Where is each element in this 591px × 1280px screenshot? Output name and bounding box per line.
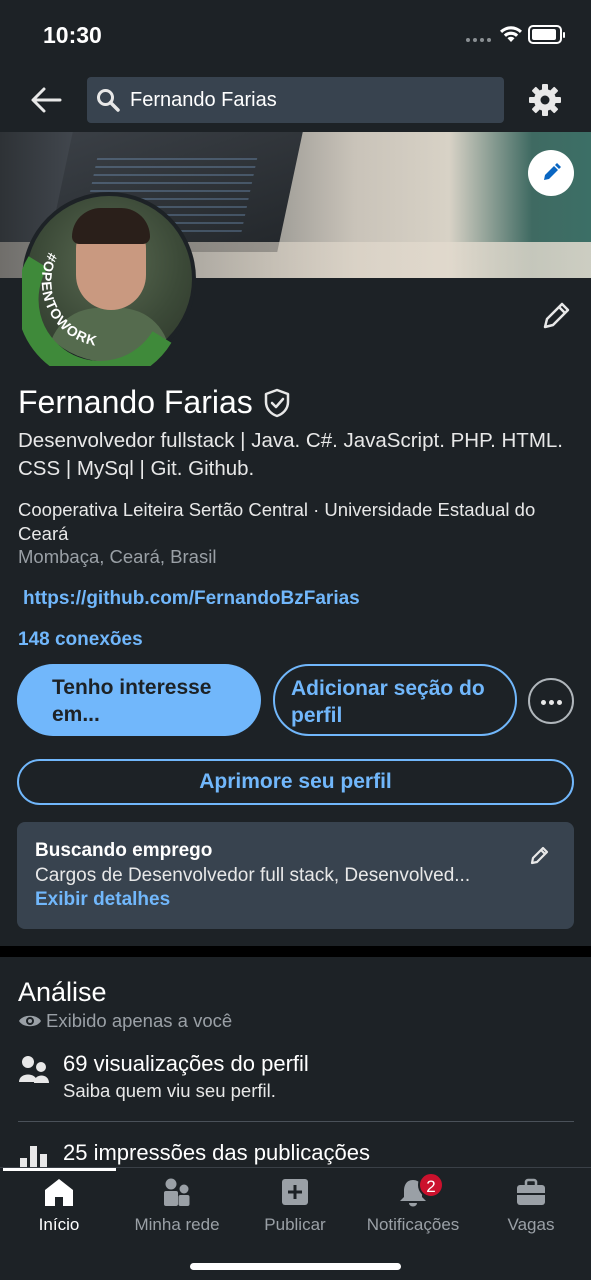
open-to-work-description: Cargos de Desenvolvedor full stack, Dese… [35, 865, 471, 886]
name-row: Fernando Farias [18, 384, 291, 421]
show-details-link[interactable]: Exibir detalhes [35, 889, 170, 911]
pencil-icon [544, 163, 561, 180]
status-time: 10:30 [43, 22, 102, 48]
home-icon [45, 1179, 73, 1206]
search-input[interactable]: Fernando Farias [87, 77, 504, 123]
profile-card: #OPENTOWORK Fernando Farias Desenvolvedo… [0, 132, 591, 946]
analytics-card: Análise Exibido apenas a você 69 visuali… [0, 957, 591, 1167]
nav-label: Vagas [507, 1215, 555, 1234]
open-to-button[interactable]: Tenho interesse em... [17, 664, 261, 736]
open-to-work-title: Buscando emprego [35, 840, 213, 861]
divider [18, 1121, 574, 1122]
bottom-navigation: Início Minha rede Publicar 2 Notificaçõe… [0, 1167, 591, 1280]
bar-chart-icon [20, 1146, 47, 1167]
post-impressions-stat[interactable]: 25 impressões das publicações [18, 1140, 574, 1167]
nav-item-my-network[interactable]: Minha rede [118, 1174, 236, 1238]
stat-title: 69 visualizações do perfil [63, 1051, 309, 1076]
active-tab-indicator [3, 1168, 116, 1171]
analytics-visibility: Exibido apenas a você [18, 1010, 232, 1032]
nav-label: Minha rede [134, 1215, 220, 1234]
eye-icon [19, 1015, 41, 1027]
more-options-button[interactable] [528, 678, 574, 724]
edit-profile-pencil-icon[interactable] [540, 298, 574, 332]
enhance-profile-button[interactable]: Aprimore seu perfil [17, 759, 574, 805]
back-arrow-icon[interactable] [26, 82, 66, 118]
profile-company: Cooperativa Leiteira Sertão Central · Un… [18, 499, 536, 544]
analytics-subtitle: Exibido apenas a você [46, 1010, 233, 1031]
wifi-icon [500, 26, 522, 42]
profile-name: Fernando Farias [18, 384, 253, 420]
analytics-title: Análise [18, 977, 107, 1007]
add-profile-section-button[interactable]: Adicionar seção do perfil [273, 664, 517, 736]
home-indicator [190, 1263, 401, 1270]
nav-item-post[interactable]: Publicar [236, 1174, 354, 1238]
open-to-work-frame: #OPENTOWORK [22, 251, 172, 366]
edit-cover-button[interactable] [528, 150, 574, 196]
connections-link[interactable]: 148 conexões [18, 629, 143, 651]
post-icon [282, 1179, 308, 1205]
nav-item-jobs[interactable]: Vagas [472, 1174, 590, 1238]
nav-label: Publicar [264, 1215, 326, 1234]
gear-icon[interactable] [527, 82, 563, 118]
verified-shield-icon[interactable] [263, 388, 291, 418]
nav-label: Início [38, 1215, 80, 1234]
nav-label: Notificações [366, 1215, 460, 1234]
open-to-work-card[interactable]: Buscando emprego Cargos de Desenvolvedor… [17, 822, 574, 929]
stat-title: 25 impressões das publicações [63, 1140, 370, 1165]
profile-website-link[interactable]: https://github.com/FernandoBzFarias [23, 588, 360, 610]
status-bar: 10:30 [0, 0, 591, 70]
briefcase-icon [517, 1178, 545, 1205]
profile-location: Mombaça, Ceará, Brasil [18, 546, 217, 567]
top-app-bar: Fernando Farias [0, 70, 591, 132]
battery-icon [528, 25, 565, 44]
nav-item-home[interactable]: Início [0, 1174, 118, 1238]
people-icon [19, 1056, 49, 1083]
search-icon [97, 89, 120, 112]
nav-item-notifications[interactable]: 2 Notificações [354, 1172, 472, 1238]
notification-badge: 2 [418, 1172, 444, 1198]
avatar[interactable]: #OPENTOWORK [22, 192, 196, 366]
edit-pencil-icon[interactable] [529, 844, 551, 866]
profile-headline: Desenvolvedor fullstack | Java. C#. Java… [18, 429, 563, 480]
network-icon [164, 1178, 190, 1206]
signal-icon [466, 38, 491, 42]
search-value: Fernando Farias [130, 89, 277, 111]
profile-views-stat[interactable]: 69 visualizações do perfil Saiba quem vi… [18, 1051, 574, 1111]
stat-subtitle: Saiba quem viu seu perfil. [63, 1080, 276, 1101]
